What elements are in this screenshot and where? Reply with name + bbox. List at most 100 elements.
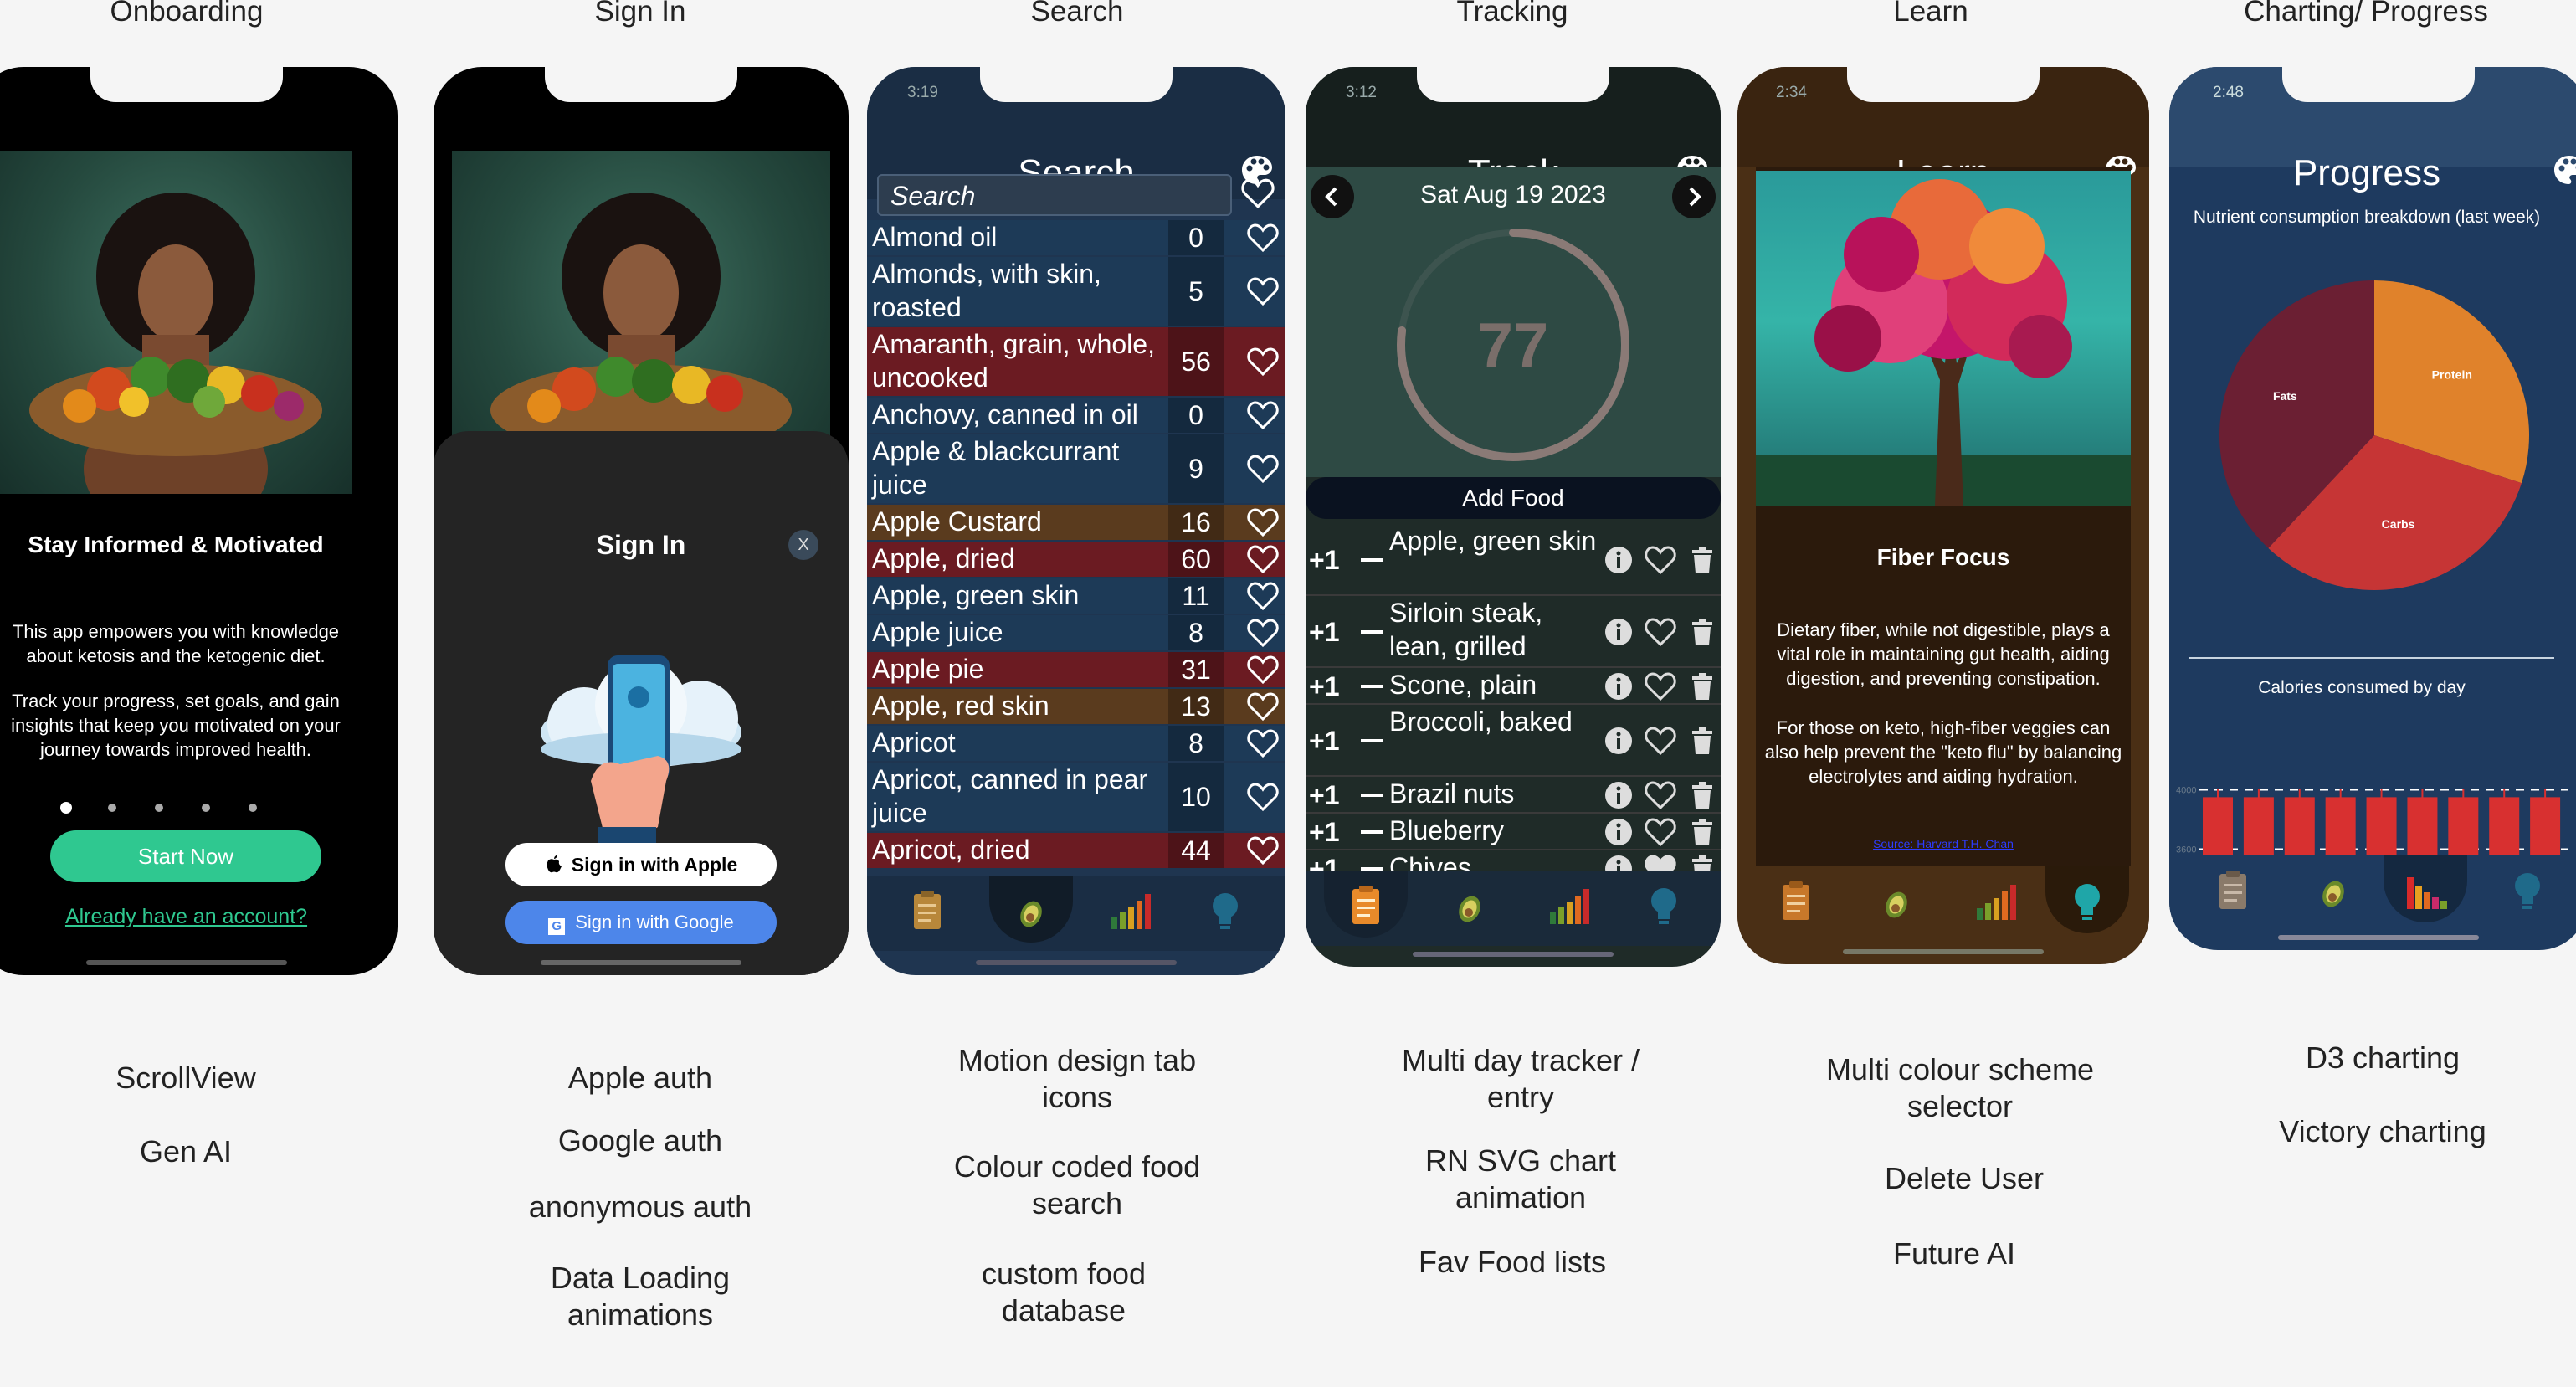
favorite-heart-icon[interactable] xyxy=(1245,221,1280,254)
favorite-heart-icon[interactable] xyxy=(1245,398,1280,432)
page-dot[interactable] xyxy=(155,804,163,812)
tab-progress[interactable] xyxy=(1105,886,1155,936)
search-result-row[interactable]: Apple Custard 16 xyxy=(867,505,1285,540)
decrement-button[interactable] xyxy=(1361,830,1383,834)
next-day-button[interactable] xyxy=(1672,175,1716,218)
tab-progress[interactable] xyxy=(2400,866,2450,916)
search-result-row[interactable]: Apple, red skin 13 xyxy=(867,689,1285,724)
search-result-row[interactable]: Apricot 8 xyxy=(867,726,1285,761)
start-now-button[interactable]: Start Now xyxy=(50,830,321,882)
favorite-heart-icon[interactable] xyxy=(1245,506,1280,539)
add-food-button[interactable]: Add Food xyxy=(1306,477,1721,519)
trash-icon[interactable] xyxy=(1686,543,1719,577)
decrement-button[interactable] xyxy=(1361,630,1383,634)
info-icon[interactable] xyxy=(1602,615,1635,649)
favorite-heart-icon[interactable] xyxy=(1245,542,1280,576)
tab-progress[interactable] xyxy=(1543,881,1593,931)
source-link[interactable]: Source: Harvard T.H. Chan xyxy=(1756,837,2131,850)
tab-learn[interactable] xyxy=(2062,876,2112,927)
favorites-filter-heart-icon[interactable] xyxy=(1240,176,1275,211)
already-have-account-link[interactable]: Already have an account? xyxy=(0,905,372,929)
tab-track[interactable] xyxy=(1341,881,1391,931)
tab-search[interactable] xyxy=(1871,876,1922,927)
favorite-heart-icon[interactable] xyxy=(1245,690,1280,723)
bar-chart-icon xyxy=(1977,885,2016,920)
search-result-row[interactable]: Almond oil 0 xyxy=(867,220,1285,255)
food-name: Apple & blackcurrant juice xyxy=(872,436,1120,500)
trash-icon[interactable] xyxy=(1686,615,1719,649)
info-icon[interactable] xyxy=(1602,815,1635,849)
tab-track[interactable] xyxy=(2208,866,2258,916)
bar-chart-icon xyxy=(1550,889,1589,924)
close-button[interactable]: X xyxy=(788,530,818,560)
tab-progress[interactable] xyxy=(1970,876,2020,927)
signin-sheet: Sign In X Sign in with Apple G Sign in wi… xyxy=(434,431,849,975)
decrement-button[interactable] xyxy=(1361,794,1383,797)
search-result-row[interactable]: Anchovy, canned in oil 0 xyxy=(867,398,1285,433)
trash-icon[interactable] xyxy=(1686,670,1719,703)
search-result-row[interactable]: Almonds, with skin, roasted 5 xyxy=(867,257,1285,326)
favorite-heart-icon[interactable] xyxy=(1644,543,1677,577)
search-input[interactable]: Search xyxy=(877,174,1232,216)
feature-future-ai: Future AI xyxy=(1892,1236,2016,1271)
palette-icon[interactable] xyxy=(2553,153,2576,187)
search-result-row[interactable]: Apricot, dried 44 xyxy=(867,833,1285,868)
favorite-heart-icon[interactable] xyxy=(1245,616,1280,650)
decrement-button[interactable] xyxy=(1361,685,1383,688)
info-icon[interactable] xyxy=(1602,778,1635,812)
search-result-row[interactable]: Apple, dried 60 xyxy=(867,542,1285,577)
page-dot[interactable] xyxy=(60,802,72,814)
search-result-row[interactable]: Apple pie 31 xyxy=(867,652,1285,687)
increment-button[interactable]: +1 xyxy=(1309,724,1339,758)
column-title-search: Search xyxy=(1030,0,1124,28)
clipboard-icon xyxy=(914,891,941,929)
tab-search[interactable] xyxy=(1445,881,1495,931)
info-icon[interactable] xyxy=(1602,724,1635,758)
search-result-row[interactable]: Apple, green skin 11 xyxy=(867,578,1285,614)
favorite-heart-icon[interactable] xyxy=(1644,815,1677,849)
trash-icon[interactable] xyxy=(1686,778,1719,812)
search-result-row[interactable]: Apple juice 8 xyxy=(867,615,1285,650)
info-icon[interactable] xyxy=(1602,670,1635,703)
favorite-heart-icon[interactable] xyxy=(1245,834,1280,867)
tab-search[interactable] xyxy=(1006,886,1056,936)
page-dot[interactable] xyxy=(202,804,210,812)
tab-learn[interactable] xyxy=(1200,886,1250,936)
column-title-onboarding: Onboarding xyxy=(110,0,264,28)
search-result-row[interactable]: Apricot, canned in pear juice 10 xyxy=(867,763,1285,831)
tab-learn[interactable] xyxy=(2502,866,2553,916)
tab-search[interactable] xyxy=(2308,866,2358,916)
increment-button[interactable]: +1 xyxy=(1309,543,1339,577)
page-dot[interactable] xyxy=(108,804,116,812)
tab-learn[interactable] xyxy=(1639,881,1689,931)
sign-in-with-google-button[interactable]: G Sign in with Google xyxy=(505,901,777,944)
increment-button[interactable]: +1 xyxy=(1309,778,1339,812)
favorite-heart-icon[interactable] xyxy=(1644,724,1677,758)
favorite-heart-icon[interactable] xyxy=(1245,780,1280,814)
favorite-heart-icon[interactable] xyxy=(1644,670,1677,703)
decrement-button[interactable] xyxy=(1361,558,1383,562)
favorite-heart-icon[interactable] xyxy=(1644,615,1677,649)
trash-icon[interactable] xyxy=(1686,724,1719,758)
favorite-heart-icon[interactable] xyxy=(1245,727,1280,760)
favorite-heart-icon[interactable] xyxy=(1245,653,1280,686)
favorite-heart-icon[interactable] xyxy=(1245,275,1280,308)
tab-track[interactable] xyxy=(1771,876,1821,927)
tab-track[interactable] xyxy=(902,886,952,936)
favorite-heart-icon[interactable] xyxy=(1644,778,1677,812)
food-name: Anchovy, canned in oil xyxy=(872,399,1138,429)
favorite-heart-icon[interactable] xyxy=(1245,579,1280,613)
info-icon[interactable] xyxy=(1602,543,1635,577)
food-name: Apricot, dried xyxy=(872,835,1030,865)
trash-icon[interactable] xyxy=(1686,815,1719,849)
search-result-row[interactable]: Amaranth, grain, whole, uncooked 56 xyxy=(867,327,1285,396)
increment-button[interactable]: +1 xyxy=(1309,815,1339,849)
decrement-button[interactable] xyxy=(1361,739,1383,742)
search-result-row[interactable]: Apple & blackcurrant juice 9 xyxy=(867,434,1285,503)
increment-button[interactable]: +1 xyxy=(1309,615,1339,649)
favorite-heart-icon[interactable] xyxy=(1245,345,1280,378)
increment-button[interactable]: +1 xyxy=(1309,670,1339,703)
favorite-heart-icon[interactable] xyxy=(1245,452,1280,485)
sign-in-with-apple-button[interactable]: Sign in with Apple xyxy=(505,843,777,886)
page-dot[interactable] xyxy=(249,804,257,812)
